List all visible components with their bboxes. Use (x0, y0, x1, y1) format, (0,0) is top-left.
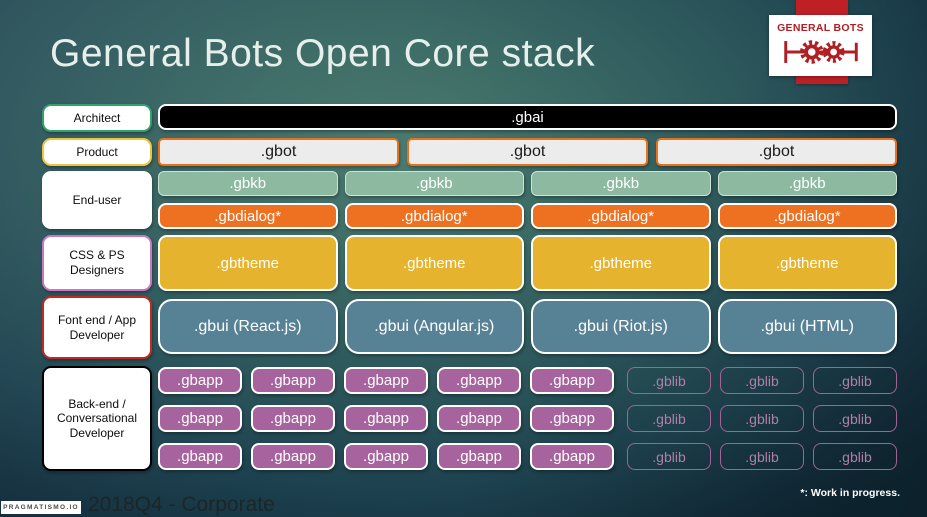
row-backend-3: .gbapp .gbapp .gbapp .gbapp .gbapp .gbli… (158, 443, 897, 470)
gblib-block: .gblib (720, 443, 804, 470)
row-gbkb: .gbkb .gbkb .gbkb .gbkb (158, 171, 897, 196)
row-gbdialog: .gbdialog* .gbdialog* .gbdialog* .gbdial… (158, 203, 897, 229)
gbapp-block: .gbapp (344, 367, 428, 394)
gbdialog-block: .gbdialog* (158, 203, 338, 229)
gbkb-block: .gbkb (717, 171, 897, 196)
gbot-block: .gbot (158, 138, 399, 166)
row-backend-2: .gbapp .gbapp .gbapp .gbapp .gbapp .gbli… (158, 405, 897, 432)
row-architect: .gbai (158, 104, 897, 130)
gblib-block: .gblib (627, 443, 711, 470)
gbui-riot-block: .gbui (Riot.js) (531, 299, 711, 354)
gbapp-block: .gbapp (158, 443, 242, 470)
row-gbui: .gbui (React.js) .gbui (Angular.js) .gbu… (158, 299, 897, 354)
row-label-designers: CSS & PS Designers (42, 235, 152, 291)
row-label-text: CSS & PS Designers (69, 248, 125, 277)
gbui-react-block: .gbui (React.js) (158, 299, 338, 354)
gbkb-block: .gbkb (344, 171, 524, 196)
row-label-architect: Architect (42, 104, 152, 132)
gbapp-block: .gbapp (530, 443, 614, 470)
gears-icon (783, 40, 858, 64)
gbapp-block: .gbapp (530, 405, 614, 432)
general-bots-logo: GENERAL BOTS (769, 15, 872, 76)
gbtheme-block: .gbtheme (344, 235, 524, 291)
row-label-text: Product (76, 144, 118, 159)
logo-brand-text: GENERAL BOTS (777, 22, 864, 34)
gbapp-block: .gbapp (530, 367, 614, 394)
row-label-enduser: End-user (42, 171, 152, 229)
work-in-progress-note: *: Work in progress. (800, 487, 900, 499)
row-gbtheme: .gbtheme .gbtheme .gbtheme .gbtheme (158, 235, 897, 291)
row-label-backend: Back-end / Conversational Developer (42, 366, 152, 471)
gbkb-block: .gbkb (531, 171, 711, 196)
gbapp-block: .gbapp (344, 443, 428, 470)
gblib-block: .gblib (813, 367, 897, 394)
gblib-block: .gblib (813, 443, 897, 470)
page-title: General Bots Open Core stack (50, 32, 596, 75)
gblib-block: .gblib (720, 405, 804, 432)
gbapp-block: .gbapp (437, 367, 521, 394)
pragmatismo-badge: PRAGMATISMO.IO (1, 501, 81, 514)
gbapp-block: .gbapp (251, 405, 335, 432)
gbtheme-block: .gbtheme (717, 235, 897, 291)
footer-text: 2018Q4 - Corporate (88, 493, 275, 516)
gbai-block: .gbai (158, 104, 897, 130)
row-label-text: Back-end / Conversational Developer (56, 396, 138, 440)
gbkb-block: .gbkb (158, 171, 338, 196)
gbot-block: .gbot (656, 138, 897, 166)
gbdialog-block: .gbdialog* (717, 203, 897, 229)
row-label-text: Font end / App Developer (57, 312, 137, 342)
row-backend-1: .gbapp .gbapp .gbapp .gbapp .gbapp .gbli… (158, 367, 897, 394)
row-product: .gbot .gbot .gbot (158, 138, 897, 166)
row-label-frontend: Font end / App Developer (42, 296, 152, 359)
gbui-html-block: .gbui (HTML) (717, 299, 897, 354)
gbapp-block: .gbapp (344, 405, 428, 432)
row-label-product: Product (42, 138, 152, 166)
gbui-angular-block: .gbui (Angular.js) (344, 299, 524, 354)
gbdialog-block: .gbdialog* (344, 203, 524, 229)
gblib-block: .gblib (627, 405, 711, 432)
gbapp-block: .gbapp (437, 443, 521, 470)
gblib-block: .gblib (720, 367, 804, 394)
gbapp-block: .gbapp (158, 405, 242, 432)
gbdialog-block: .gbdialog* (531, 203, 711, 229)
gbtheme-block: .gbtheme (531, 235, 711, 291)
gbapp-block: .gbapp (158, 367, 242, 394)
gbapp-block: .gbapp (251, 443, 335, 470)
gblib-block: .gblib (627, 367, 711, 394)
gbot-block: .gbot (407, 138, 648, 166)
gblib-block: .gblib (813, 405, 897, 432)
gbapp-block: .gbapp (251, 367, 335, 394)
gbapp-block: .gbapp (437, 405, 521, 432)
slide-canvas: General Bots Open Core stack GENERAL BOT… (0, 0, 927, 517)
gbtheme-block: .gbtheme (158, 235, 338, 291)
row-label-text: End-user (72, 192, 122, 207)
row-label-text: Architect (73, 110, 121, 125)
